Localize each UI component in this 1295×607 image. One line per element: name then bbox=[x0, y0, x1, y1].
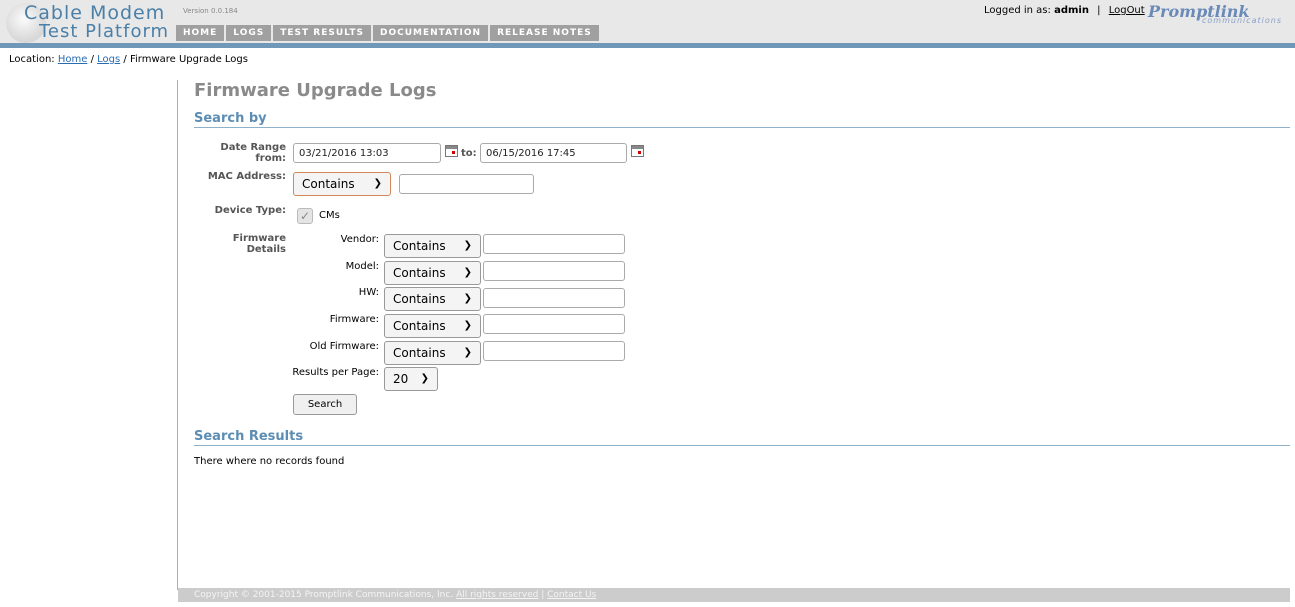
mac-operator-value: Contains bbox=[302, 177, 355, 191]
vendor-operator-value: Contains bbox=[393, 239, 446, 253]
firmware-input[interactable] bbox=[483, 314, 625, 334]
rights-link[interactable]: All rights reserved bbox=[456, 590, 538, 600]
logged-in-label: Logged in as: bbox=[984, 5, 1051, 16]
brand-sub: communications bbox=[1202, 16, 1283, 25]
brand-logo: Promptlink communications bbox=[1148, 2, 1293, 25]
date-to-input[interactable] bbox=[480, 143, 627, 163]
firmware-operator-value: Contains bbox=[393, 319, 446, 333]
results-per-page-value: 20 bbox=[393, 372, 409, 386]
model-input[interactable] bbox=[483, 261, 625, 281]
model-label: Model: bbox=[345, 261, 379, 272]
logout-link[interactable]: LogOut bbox=[1109, 5, 1145, 16]
device-type-label: Device Type: bbox=[214, 205, 286, 216]
date-to-label: to: bbox=[461, 148, 477, 159]
mac-operator-select[interactable]: Contains ❯ bbox=[293, 172, 391, 196]
mac-address-label: MAC Address: bbox=[207, 171, 286, 182]
content-divider bbox=[177, 80, 178, 590]
hw-operator-value: Contains bbox=[393, 292, 446, 306]
firmware-details-label: Firmware Details bbox=[232, 233, 286, 255]
hw-input[interactable] bbox=[483, 288, 625, 308]
date-from-input[interactable] bbox=[293, 143, 441, 163]
nav-logs[interactable]: LOGS bbox=[226, 25, 272, 41]
chevron-down-icon: ❯ bbox=[373, 178, 382, 189]
footer-copyright: Copyright © 2001-2015 Promptlink Communi… bbox=[194, 590, 454, 600]
hw-label: HW: bbox=[358, 287, 379, 298]
chevron-down-icon: ❯ bbox=[463, 293, 472, 304]
version-label: Version 0.0.184 bbox=[183, 7, 238, 15]
old-firmware-operator-value: Contains bbox=[393, 346, 446, 360]
page-title: Firmware Upgrade Logs bbox=[194, 80, 437, 101]
chevron-down-icon: ❯ bbox=[463, 347, 472, 358]
username: admin bbox=[1054, 5, 1089, 16]
login-separator: | bbox=[1097, 5, 1101, 16]
nav-documentation[interactable]: DOCUMENTATION bbox=[373, 25, 489, 41]
chevron-down-icon: ❯ bbox=[420, 373, 429, 384]
cms-checkbox[interactable]: ✓ bbox=[297, 208, 313, 224]
breadcrumb-prefix: Location: bbox=[9, 54, 55, 65]
nav-test-results[interactable]: TEST RESULTS bbox=[273, 25, 372, 41]
header-divider bbox=[0, 43, 1295, 48]
nav-home[interactable]: HOME bbox=[176, 25, 225, 41]
vendor-operator-select[interactable]: Contains ❯ bbox=[384, 234, 481, 258]
breadcrumb-current: Firmware Upgrade Logs bbox=[129, 54, 248, 65]
calendar-icon[interactable] bbox=[631, 145, 644, 157]
old-firmware-input[interactable] bbox=[483, 341, 625, 361]
results-per-page-select[interactable]: 20 ❯ bbox=[384, 367, 438, 391]
results-per-page-label: Results per Page: bbox=[292, 367, 379, 378]
search-by-heading: Search by bbox=[194, 111, 1290, 128]
footer: Copyright © 2001-2015 Promptlink Communi… bbox=[178, 588, 1290, 602]
footer-separator: | bbox=[541, 590, 545, 600]
model-operator-value: Contains bbox=[393, 266, 446, 280]
model-operator-select[interactable]: Contains ❯ bbox=[384, 261, 481, 285]
chevron-down-icon: ❯ bbox=[463, 267, 472, 278]
main-nav: HOME LOGS TEST RESULTS DOCUMENTATION REL… bbox=[176, 25, 599, 41]
old-firmware-operator-select[interactable]: Contains ❯ bbox=[384, 341, 481, 365]
app-logo[interactable]: Cable Modem Test Platform bbox=[6, 0, 174, 43]
calendar-icon[interactable] bbox=[445, 145, 458, 157]
date-range-label: Date Range from: bbox=[220, 142, 286, 164]
breadcrumb-home[interactable]: Home bbox=[58, 54, 88, 65]
breadcrumb-sep: / bbox=[90, 54, 94, 65]
hw-operator-select[interactable]: Contains ❯ bbox=[384, 287, 481, 311]
logo-line2: Test Platform bbox=[39, 21, 170, 42]
mac-address-input[interactable] bbox=[399, 174, 534, 194]
contact-link[interactable]: Contact Us bbox=[547, 590, 596, 600]
vendor-input[interactable] bbox=[483, 234, 625, 254]
chevron-down-icon: ❯ bbox=[463, 240, 472, 251]
breadcrumb-sep: / bbox=[123, 54, 127, 65]
nav-release-notes[interactable]: RELEASE NOTES bbox=[490, 25, 599, 41]
search-results-heading: Search Results bbox=[194, 429, 1290, 446]
vendor-label: Vendor: bbox=[340, 234, 379, 245]
cms-label: CMs bbox=[319, 210, 340, 221]
firmware-label: Firmware: bbox=[329, 314, 379, 325]
breadcrumb-logs[interactable]: Logs bbox=[97, 54, 120, 65]
header: Cable Modem Test Platform Version 0.0.18… bbox=[0, 0, 1295, 43]
search-button[interactable]: Search bbox=[293, 394, 357, 415]
chevron-down-icon: ❯ bbox=[463, 320, 472, 331]
breadcrumb: Location: Home / Logs / Firmware Upgrade… bbox=[9, 54, 248, 65]
old-firmware-label: Old Firmware: bbox=[309, 341, 379, 352]
no-records-message: There where no records found bbox=[194, 456, 345, 467]
firmware-operator-select[interactable]: Contains ❯ bbox=[384, 314, 481, 338]
login-info: Logged in as: admin | LogOut bbox=[984, 5, 1145, 16]
